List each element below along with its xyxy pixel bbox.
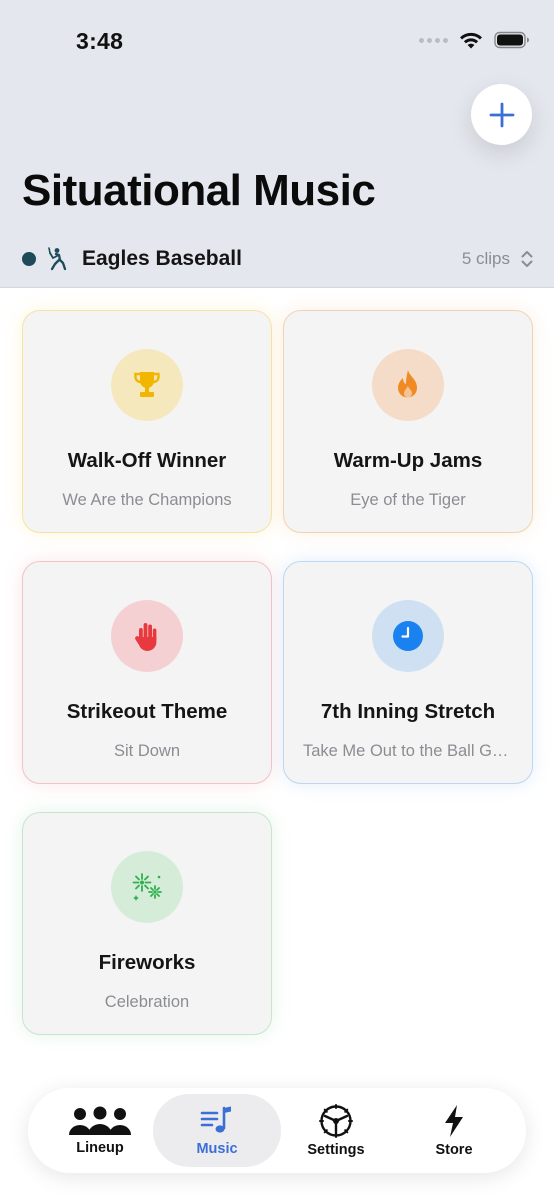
- people-icon: [69, 1106, 131, 1136]
- bolt-icon: [442, 1104, 466, 1138]
- card-subtitle: Celebration: [104, 993, 190, 1011]
- card-subtitle: Eye of the Tiger: [350, 491, 466, 509]
- card-7th-inning-stretch[interactable]: 7th Inning Stretch Take Me Out to the Ba…: [283, 561, 533, 784]
- status-time: 3:48: [76, 28, 124, 54]
- card-title: Fireworks: [98, 951, 196, 974]
- card-title: 7th Inning Stretch: [320, 700, 496, 723]
- card-subtitle: Sit Down: [113, 742, 181, 760]
- steering-wheel-icon: [319, 1103, 353, 1138]
- team-name: Eagles Baseball: [82, 247, 242, 270]
- baseball-batter-icon: [48, 247, 68, 271]
- music-list-icon: [200, 1105, 234, 1137]
- tab-lineup[interactable]: Lineup: [36, 1094, 164, 1167]
- page-title: Situational Music: [22, 166, 376, 215]
- status-indicators: [419, 30, 530, 50]
- tab-store[interactable]: Store: [390, 1094, 518, 1167]
- card-icon-circle: [111, 851, 183, 923]
- header: 3:48 Situational Music Eagles Baseball 5…: [0, 0, 554, 288]
- hand-raised-icon: [134, 620, 160, 652]
- flame-icon: [395, 369, 421, 401]
- tab-label: Lineup: [76, 1139, 124, 1156]
- clip-count: 5 clips: [461, 249, 510, 268]
- tab-settings[interactable]: Settings: [272, 1094, 400, 1167]
- tab-label: Store: [435, 1141, 473, 1158]
- tab-bar: Lineup Music Settings Store: [28, 1088, 526, 1173]
- card-fireworks[interactable]: Fireworks Celebration: [22, 812, 272, 1035]
- card-subtitle: We Are the Champions: [62, 491, 232, 509]
- card-title: Warm-Up Jams: [333, 449, 483, 472]
- add-button[interactable]: [471, 84, 532, 145]
- tab-label: Settings: [307, 1141, 365, 1158]
- team-selector[interactable]: Eagles Baseball 5 clips: [22, 244, 534, 274]
- chevron-up-down-icon: [520, 249, 534, 269]
- card-icon-circle: [111, 349, 183, 421]
- card-subtitle: Take Me Out to the Ball Game: [303, 742, 513, 760]
- card-title: Strikeout Theme: [66, 700, 228, 723]
- team-color-dot: [22, 252, 36, 266]
- clock-icon: [392, 620, 424, 652]
- card-walk-off-winner[interactable]: Walk-Off Winner We Are the Champions: [22, 310, 272, 533]
- tab-label: Music: [196, 1140, 238, 1157]
- card-title: Walk-Off Winner: [67, 449, 227, 472]
- card-icon-circle: [111, 600, 183, 672]
- screen: 3:48 Situational Music Eagles Baseball 5…: [0, 0, 554, 1200]
- card-strikeout-theme[interactable]: Strikeout Theme Sit Down: [22, 561, 272, 784]
- trophy-icon: [133, 370, 161, 400]
- plus-icon: [488, 101, 516, 129]
- card-warm-up-jams[interactable]: Warm-Up Jams Eye of the Tiger: [283, 310, 533, 533]
- card-icon-circle: [372, 600, 444, 672]
- card-icon-circle: [372, 349, 444, 421]
- tab-music[interactable]: Music: [153, 1094, 281, 1167]
- battery-icon: [494, 31, 530, 49]
- wifi-icon: [458, 30, 484, 50]
- cellular-signal-icon: [419, 37, 448, 43]
- sparkles-icon: [130, 871, 164, 903]
